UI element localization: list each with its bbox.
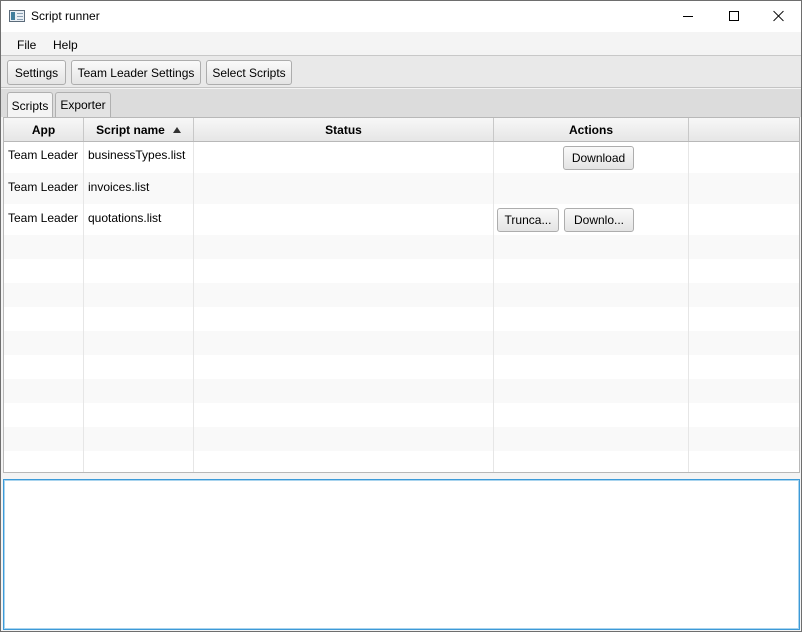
cell-app: Team Leader — [8, 148, 79, 162]
empty-row — [4, 427, 799, 451]
select-scripts-button[interactable]: Select Scripts — [206, 60, 292, 85]
column-header-status[interactable]: Status — [194, 118, 494, 141]
empty-row — [4, 379, 799, 403]
empty-row — [4, 331, 799, 355]
output-text-area[interactable] — [3, 479, 800, 630]
maximize-button[interactable] — [711, 1, 757, 31]
title-bar[interactable]: Script runner — [1, 1, 801, 32]
empty-row — [4, 403, 799, 427]
empty-row — [4, 307, 799, 331]
close-button[interactable] — [756, 1, 801, 31]
app-icon — [9, 10, 25, 22]
column-header-app[interactable]: App — [4, 118, 84, 141]
table-row[interactable]: Team Leader businessTypes.list Download — [4, 142, 799, 173]
cell-script-name: invoices.list — [88, 180, 150, 194]
minimize-button[interactable] — [665, 1, 711, 31]
close-icon — [773, 10, 785, 22]
empty-row — [4, 283, 799, 307]
tab-scripts[interactable]: Scripts — [7, 92, 53, 118]
truncate-button[interactable]: Trunca... — [497, 208, 559, 232]
tab-bar: Scripts Exporter — [1, 89, 801, 118]
scripts-table: App Script name Status Actions Team Lead… — [3, 117, 800, 473]
minimize-icon — [683, 15, 693, 17]
empty-row — [4, 259, 799, 283]
team-leader-settings-button[interactable]: Team Leader Settings — [71, 60, 201, 85]
main-window: Script runner File Help Settings Team Le… — [0, 0, 802, 632]
menu-bar: File Help — [1, 32, 801, 56]
column-header-actions[interactable]: Actions — [494, 118, 689, 141]
settings-button[interactable]: Settings — [7, 60, 66, 85]
maximize-icon — [729, 11, 739, 21]
download-button[interactable]: Downlo... — [564, 208, 634, 232]
menu-file[interactable]: File — [17, 38, 36, 52]
empty-row — [4, 355, 799, 379]
sort-ascending-icon — [172, 126, 181, 133]
table-header: App Script name Status Actions — [4, 118, 799, 142]
menu-help[interactable]: Help — [53, 38, 78, 52]
column-header-filler — [689, 118, 799, 141]
column-header-script-name[interactable]: Script name — [84, 118, 194, 141]
cell-app: Team Leader — [8, 180, 79, 194]
empty-row — [4, 235, 799, 259]
download-button[interactable]: Download — [563, 146, 634, 170]
table-row[interactable]: Team Leader invoices.list — [4, 173, 799, 204]
window-title: Script runner — [31, 9, 100, 23]
empty-row — [4, 451, 799, 472]
toolbar: Settings Team Leader Settings Select Scr… — [1, 56, 801, 88]
table-row[interactable]: Team Leader quotations.list Trunca... Do… — [4, 204, 799, 235]
cell-script-name: quotations.list — [88, 211, 162, 225]
cell-app: Team Leader — [8, 211, 79, 225]
cell-script-name: businessTypes.list — [88, 148, 186, 162]
tab-exporter[interactable]: Exporter — [55, 92, 111, 117]
